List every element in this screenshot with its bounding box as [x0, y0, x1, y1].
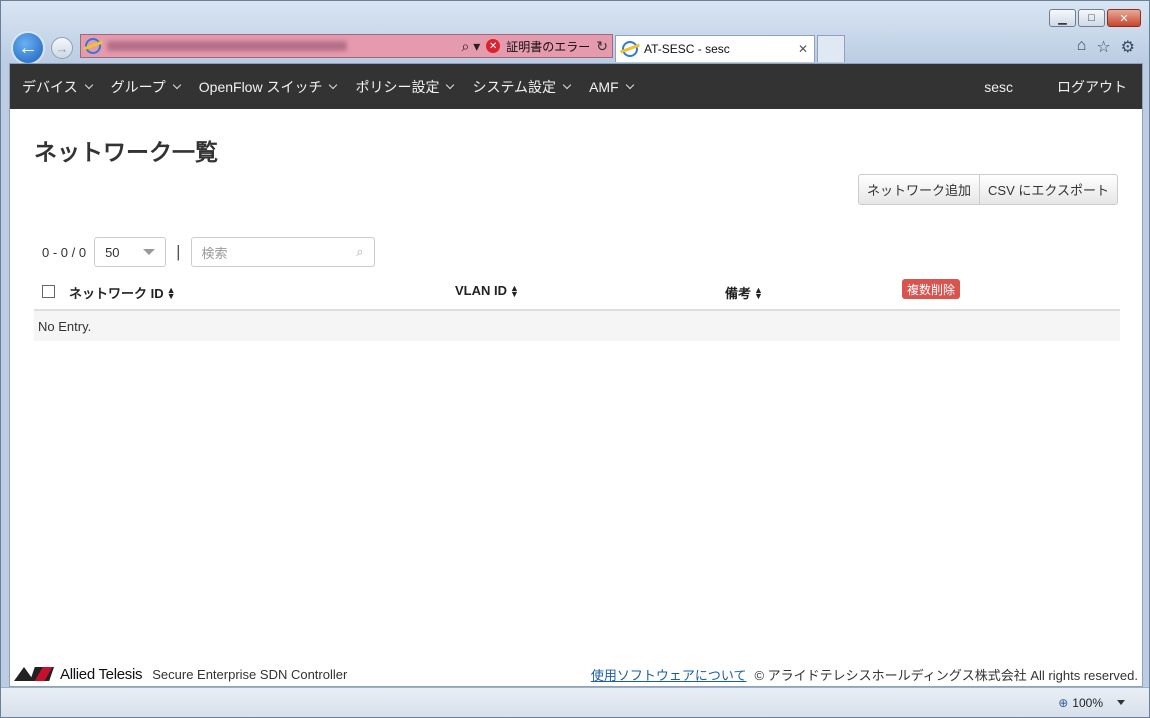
chevron-down-icon	[446, 80, 455, 89]
product-name: Secure Enterprise SDN Controller	[152, 666, 348, 682]
tab-close-icon[interactable]: ✕	[798, 42, 808, 56]
action-buttons: ネットワーク追加 CSV にエクスポート	[858, 174, 1118, 205]
search-input[interactable]: 検索 ⌕	[190, 237, 375, 267]
window-controls: ▁ □ ✕	[1049, 9, 1141, 27]
browser-window: ▁ □ ✕ ← → ⌕ ▾ ✕ 証明書のエラー ↻ AT-SESC - sesc…	[0, 0, 1150, 718]
zoom-icon: ⊕	[1058, 695, 1069, 710]
sort-icon: ▲ ▼	[166, 284, 176, 301]
cert-error-icon: ✕	[486, 39, 501, 53]
empty-row: No Entry.	[34, 311, 1120, 341]
table-header: ネットワーク ID ▲ ▼ VLAN ID ▲ ▼ 備考 ▲ ▼ 複数削除	[34, 275, 1120, 311]
nav-policy[interactable]: ポリシー設定	[355, 77, 455, 97]
nav-amf[interactable]: AMF	[589, 78, 634, 95]
page-size-value: 50	[105, 244, 120, 260]
url-redacted	[107, 41, 347, 51]
search-dropdown-icon[interactable]: ⌕ ▾	[461, 38, 480, 55]
back-button[interactable]: ←	[11, 31, 45, 65]
logout-link[interactable]: ログアウト	[1057, 77, 1127, 97]
close-window-button[interactable]: ✕	[1107, 9, 1141, 27]
col-remarks[interactable]: 備考 ▲ ▼	[725, 283, 763, 302]
nav-devices[interactable]: デバイス	[22, 77, 93, 97]
arrow-left-icon: ←	[18, 36, 38, 59]
home-icon[interactable]: ⌂	[1077, 37, 1087, 57]
zoom-dropdown-icon[interactable]	[1117, 700, 1125, 705]
bulk-delete-button[interactable]: 複数削除	[902, 279, 961, 299]
refresh-icon[interactable]: ↻	[596, 38, 608, 55]
nav-policy-label: ポリシー設定	[355, 78, 440, 95]
favorites-star-icon[interactable]: ☆	[1096, 37, 1110, 57]
arrow-right-icon: →	[55, 40, 69, 56]
search-placeholder: 検索	[201, 245, 228, 261]
zoom-level[interactable]: 100%	[1072, 696, 1103, 710]
col-vlan-id[interactable]: VLAN ID ▲ ▼	[455, 283, 519, 298]
page-footer: Allied Telesis Secure Enterprise SDN Con…	[10, 662, 1142, 686]
select-all-checkbox[interactable]	[42, 285, 55, 298]
nav-groups[interactable]: グループ	[110, 77, 182, 97]
nav-system[interactable]: システム設定	[472, 77, 572, 97]
nav-user[interactable]: sesc	[984, 79, 1013, 95]
brand-name: Allied Telesis	[60, 665, 143, 683]
status-bar: ⊕ 100%	[1, 687, 1149, 717]
dropdown-arrow-icon	[143, 249, 156, 255]
browser-toolbar-icons: ⌂ ☆ ⚙	[1077, 37, 1135, 57]
pager: 0 - 0 / 0 50 | 検索 ⌕	[42, 237, 375, 267]
export-csv-button[interactable]: CSV にエクスポート	[980, 174, 1118, 205]
allied-telesis-logo-icon	[14, 667, 54, 681]
col-network-id-label: ネットワーク ID	[69, 286, 164, 301]
col-vlan-id-label: VLAN ID	[455, 283, 507, 298]
page-size-select[interactable]: 50	[94, 237, 167, 267]
forward-button[interactable]: →	[51, 37, 73, 59]
network-table: ネットワーク ID ▲ ▼ VLAN ID ▲ ▼ 備考 ▲ ▼ 複数削除 No Entry…	[34, 275, 1120, 341]
nav-openflow[interactable]: OpenFlow スイッチ	[198, 77, 338, 97]
top-navbar: デバイス グループ OpenFlow スイッチ ポリシー設定 システム設定 AM…	[10, 64, 1142, 109]
about-software-link[interactable]: 使用ソフトウェアについて	[591, 665, 747, 684]
nav-devices-label: デバイス	[22, 78, 78, 95]
chevron-down-icon	[84, 80, 93, 89]
ie-icon	[85, 38, 101, 54]
cert-error-label[interactable]: 証明書のエラー	[506, 38, 590, 55]
nav-amf-label: AMF	[589, 78, 619, 95]
chevron-down-icon	[625, 80, 634, 89]
chevron-down-icon	[172, 80, 182, 89]
copyright: © アライドテレシスホールディングス株式会社 All rights reserv…	[754, 667, 1138, 683]
search-icon: ⌕	[356, 244, 364, 259]
sort-icon: ▲ ▼	[510, 282, 519, 299]
maximize-button[interactable]: □	[1078, 9, 1105, 27]
divider: |	[176, 242, 181, 261]
nav-openflow-label: OpenFlow スイッチ	[198, 78, 323, 95]
gear-icon[interactable]: ⚙	[1121, 37, 1135, 57]
web-page: デバイス グループ OpenFlow スイッチ ポリシー設定 システム設定 AM…	[9, 63, 1143, 687]
tab-ie-icon	[622, 41, 638, 57]
col-remarks-label: 備考	[725, 286, 752, 301]
chevron-down-icon	[562, 80, 572, 89]
minimize-button[interactable]: ▁	[1049, 9, 1076, 27]
browser-tab[interactable]: AT-SESC - sesc ✕	[615, 35, 815, 62]
new-tab-button[interactable]	[817, 35, 845, 62]
page-title: ネットワーク一覧	[34, 139, 218, 165]
col-network-id[interactable]: ネットワーク ID ▲ ▼	[69, 283, 176, 302]
address-bar[interactable]: ⌕ ▾ ✕ 証明書のエラー ↻	[80, 34, 613, 58]
nav-system-label: システム設定	[472, 78, 557, 95]
sort-icon: ▲ ▼	[754, 284, 763, 301]
chevron-down-icon	[329, 80, 338, 89]
add-network-button[interactable]: ネットワーク追加	[858, 174, 981, 205]
tab-title: AT-SESC - sesc	[644, 42, 730, 56]
record-count: 0 - 0 / 0	[42, 244, 87, 260]
nav-groups-label: グループ	[110, 78, 166, 95]
